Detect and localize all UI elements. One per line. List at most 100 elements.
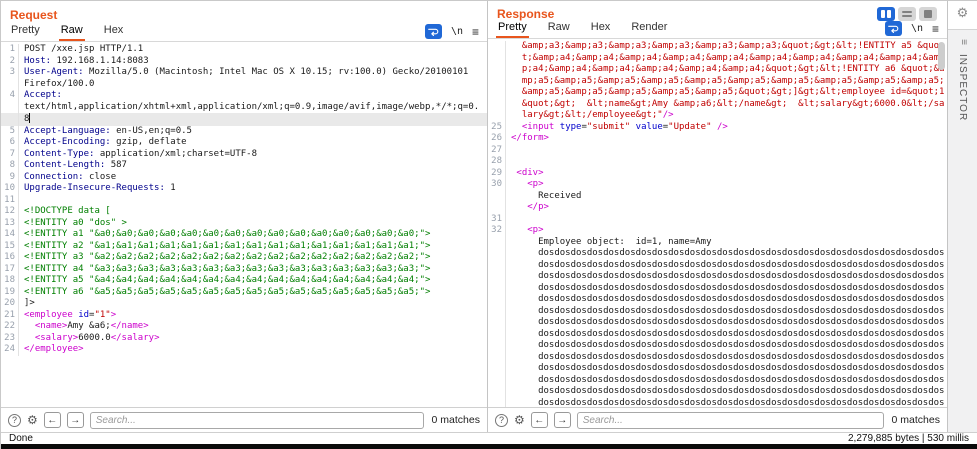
code-line: </p> <box>488 202 947 214</box>
request-search-bar: ? ⚙ ← → 0 matches <box>1 407 487 432</box>
code-line: 8 <box>1 113 487 126</box>
response-editor[interactable]: &amp;a3;&amp;a3;&amp;a3;&amp;a3;&amp;a3;… <box>488 39 947 407</box>
line-number: 30 <box>488 179 506 191</box>
code-line: 13<!ENTITY a0 "dos" > <box>1 218 487 230</box>
request-match-count: 0 matches <box>430 414 480 426</box>
search-settings-icon[interactable]: ⚙ <box>27 414 38 426</box>
line-number: 6 <box>1 137 19 149</box>
inspector-tab[interactable]: ≡ INSPECTOR <box>948 29 977 432</box>
code-line: 2Host: 192.168.1.14:8083 <box>1 56 487 68</box>
gear-icon[interactable]: ⚙ <box>957 6 969 19</box>
request-panel-header: Request <box>1 1 487 23</box>
line-number: 2 <box>1 56 19 68</box>
code-line: 9Connection: close <box>1 172 487 184</box>
newline-toggle-icon[interactable]: \n <box>911 23 923 34</box>
response-search-input[interactable] <box>577 412 884 429</box>
request-editor-tools: \n ≡ <box>425 24 479 41</box>
response-match-count: 0 matches <box>890 414 940 426</box>
code-line: 6Accept-Encoding: gzip, deflate <box>1 137 487 149</box>
tab-response-pretty[interactable]: Pretty <box>496 21 529 38</box>
previous-match-button[interactable]: ← <box>44 412 61 428</box>
help-icon[interactable]: ? <box>495 414 508 427</box>
code-line: 20]> <box>1 298 487 310</box>
line-number <box>488 41 506 122</box>
line-number <box>488 202 506 214</box>
code-line: 31 <box>488 214 947 226</box>
inspector-header: ⚙ <box>948 1 977 29</box>
line-number: 9 <box>1 172 19 184</box>
request-title: Request <box>10 8 57 22</box>
request-tabbar: Pretty Raw Hex \n ≡ <box>1 23 487 42</box>
code-line: 5Accept-Language: en-US,en;q=0.5 <box>1 126 487 138</box>
response-panel: Response Pretty Raw Hex Render \n ≡ <box>487 1 947 432</box>
text-cursor <box>29 113 30 123</box>
next-match-button[interactable]: → <box>554 412 571 428</box>
word-wrap-icon[interactable] <box>885 21 902 36</box>
tab-response-render[interactable]: Render <box>629 21 669 38</box>
line-number <box>1 113 19 126</box>
tab-response-raw[interactable]: Raw <box>546 21 572 38</box>
inspector-column: ⚙ ≡ INSPECTOR <box>947 1 977 432</box>
response-title: Response <box>497 7 554 21</box>
code-line: 27 <box>488 145 947 157</box>
line-number: 20 <box>1 298 19 310</box>
menu-icon[interactable]: ≡ <box>932 22 939 36</box>
line-number: 25 <box>488 122 506 134</box>
tab-request-raw[interactable]: Raw <box>59 24 85 41</box>
line-number: 18 <box>1 275 19 287</box>
line-number <box>1 79 19 91</box>
line-number: 22 <box>1 321 19 333</box>
line-number: 14 <box>1 229 19 241</box>
code-line: text/html,application/xhtml+xml,applicat… <box>1 102 487 114</box>
layout-columns-button[interactable] <box>877 7 895 21</box>
tab-request-pretty[interactable]: Pretty <box>9 24 42 41</box>
request-editor[interactable]: 1POST /xxe.jsp HTTP/1.12Host: 192.168.1.… <box>1 42 487 407</box>
code-line: &amp;a3;&amp;a3;&amp;a3;&amp;a3;&amp;a3;… <box>488 41 947 122</box>
status-bar: Done 2,279,885 bytes | 530 millis <box>1 432 977 444</box>
scrollbar-thumb[interactable] <box>938 42 945 70</box>
search-settings-icon[interactable]: ⚙ <box>514 414 525 426</box>
code-line: 17<!ENTITY a4 "&a3;&a3;&a3;&a3;&a3;&a3;&… <box>1 264 487 276</box>
code-line: dosdosdosdosdosdosdosdosdosdosdosdosdosd… <box>488 248 947 407</box>
code-line: 11 <box>1 195 487 207</box>
line-number: 29 <box>488 168 506 180</box>
previous-match-button[interactable]: ← <box>531 412 548 428</box>
line-number: 15 <box>1 241 19 253</box>
request-search-input[interactable] <box>90 412 424 429</box>
line-number <box>488 237 506 249</box>
code-line: 26</form> <box>488 133 947 145</box>
line-number <box>488 191 506 203</box>
code-line: 12<!DOCTYPE data [ <box>1 206 487 218</box>
response-stats: 2,279,885 bytes | 530 millis <box>848 433 969 444</box>
response-panel-header: Response <box>488 1 947 21</box>
line-number: 3 <box>1 67 19 79</box>
tab-request-hex[interactable]: Hex <box>102 24 126 41</box>
line-number: 11 <box>1 195 19 207</box>
layout-rows-button[interactable] <box>898 7 916 21</box>
line-number: 7 <box>1 149 19 161</box>
help-icon[interactable]: ? <box>8 414 21 427</box>
code-line: 24</employee> <box>1 344 487 356</box>
layout-single-button[interactable] <box>919 7 937 21</box>
window-bottom-edge <box>1 444 977 449</box>
line-number: 31 <box>488 214 506 226</box>
line-number: 24 <box>1 344 19 356</box>
code-line: 21<employee id="1"> <box>1 310 487 322</box>
code-line: 28 <box>488 156 947 168</box>
code-line: 10Upgrade-Insecure-Requests: 1 <box>1 183 487 195</box>
collapse-panel-icon: ≡ <box>958 39 968 45</box>
line-number: 21 <box>1 310 19 322</box>
newline-toggle-icon[interactable]: \n <box>451 26 463 37</box>
line-number <box>1 102 19 114</box>
code-line: 1POST /xxe.jsp HTTP/1.1 <box>1 44 487 56</box>
code-line: Firefox/100.0 <box>1 79 487 91</box>
response-search-bar: ? ⚙ ← → 0 matches <box>488 407 947 432</box>
next-match-button[interactable]: → <box>67 412 84 428</box>
tab-response-hex[interactable]: Hex <box>589 21 613 38</box>
word-wrap-icon[interactable] <box>425 24 442 39</box>
menu-icon[interactable]: ≡ <box>472 25 479 39</box>
line-number: 26 <box>488 133 506 145</box>
code-line: 18<!ENTITY a5 "&a4;&a4;&a4;&a4;&a4;&a4;&… <box>1 275 487 287</box>
response-editor-tools: \n ≡ <box>885 21 939 38</box>
line-number: 17 <box>1 264 19 276</box>
